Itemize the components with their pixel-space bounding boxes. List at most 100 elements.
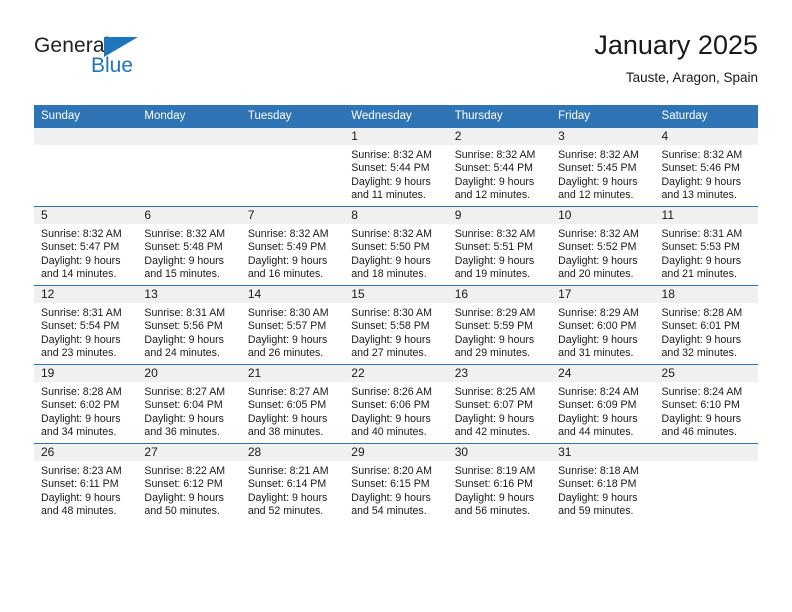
calendar-day-cell[interactable]: 8 Sunrise: 8:32 AM Sunset: 5:50 PM Daylight… [344,206,448,286]
sunset-text: Sunset: 6:12 PM [144,478,223,491]
daylight-text-line2: and 44 minutes. [558,426,634,439]
daylight-text-line2: and 32 minutes. [661,347,737,360]
calendar-cell-empty [137,127,241,207]
sunset-text: Sunset: 6:07 PM [454,399,534,412]
page-header: General Blue January 2025 Tauste, Aragon… [34,28,758,100]
calendar-day-cell[interactable]: 6 Sunrise: 8:32 AM Sunset: 5:48 PM Daylight… [137,206,241,286]
day-details: Sunrise: 8:20 AM Sunset: 6:15 PM Daylight:… [344,461,447,519]
calendar-day-cell[interactable]: 7 Sunrise: 8:32 AM Sunset: 5:49 PM Daylight… [240,206,345,286]
day-number: 24 [551,365,655,382]
calendar-day-cell[interactable]: 9 Sunrise: 8:32 AM Sunset: 5:51 PM Daylight… [447,206,552,286]
day-details: Sunrise: 8:32 AM Sunset: 5:50 PM Daylight:… [344,224,447,282]
day-number: 5 [34,207,138,224]
sunset-text: Sunset: 6:15 PM [351,478,430,491]
calendar-day-cell[interactable]: 29 Sunrise: 8:20 AM Sunset: 6:15 PM Dayligh… [344,443,448,522]
calendar-day-cell[interactable]: 12 Sunrise: 8:31 AM Sunset: 5:54 PM Dayligh… [34,285,138,365]
day-details: Sunrise: 8:29 AM Sunset: 5:59 PM Daylight:… [448,303,551,361]
calendar-day-cell[interactable]: 10 Sunrise: 8:32 AM Sunset: 5:52 PM Dayligh… [551,206,655,286]
day-number: 7 [240,207,345,224]
calendar-week-row: 26 Sunrise: 8:23 AM Sunset: 6:11 PM Dayligh… [34,443,758,522]
day-details: Sunrise: 8:19 AM Sunset: 6:16 PM Daylight:… [448,461,551,519]
calendar-day-cell[interactable]: 5 Sunrise: 8:32 AM Sunset: 5:47 PM Daylight… [34,206,138,286]
daylight-text-line1: Daylight: 9 hours [454,254,535,267]
day-number: 29 [344,444,448,461]
day-number: 14 [240,286,345,303]
calendar-day-cell[interactable]: 4 Sunrise: 8:32 AM Sunset: 5:46 PM Daylight… [654,127,758,207]
calendar-page: General Blue January 2025 Tauste, Aragon… [0,0,792,612]
calendar-day-cell[interactable]: 22 Sunrise: 8:26 AM Sunset: 6:06 PM Dayligh… [344,364,448,444]
day-number: 27 [137,444,241,461]
calendar-day-cell[interactable]: 17 Sunrise: 8:29 AM Sunset: 6:00 PM Dayligh… [551,285,655,365]
calendar-day-cell[interactable]: 19 Sunrise: 8:28 AM Sunset: 6:02 PM Dayligh… [34,364,138,444]
sunset-text: Sunset: 5:54 PM [41,320,120,333]
daylight-text-line1: Daylight: 9 hours [558,491,638,504]
general-blue-logo[interactable]: General Blue [34,34,254,92]
calendar-day-cell[interactable]: 28 Sunrise: 8:21 AM Sunset: 6:14 PM Dayligh… [240,443,345,522]
sunset-text: Sunset: 6:14 PM [247,478,327,491]
daylight-text-line1: Daylight: 9 hours [247,333,328,346]
day-number: 23 [447,365,552,382]
calendar-cell-empty [654,443,758,522]
calendar-day-cell[interactable]: 16 Sunrise: 8:29 AM Sunset: 5:59 PM Dayligh… [447,285,552,365]
day-number: 10 [551,207,655,224]
sunset-text: Sunset: 5:45 PM [558,162,637,175]
sunset-text: Sunset: 6:16 PM [454,478,534,491]
daylight-text-line2: and 13 minutes. [661,189,737,202]
sunrise-text: Sunrise: 8:19 AM [454,465,536,477]
daylight-text-line1: Daylight: 9 hours [454,175,535,188]
daylight-text-line2: and 12 minutes. [454,189,531,202]
sunrise-text: Sunrise: 8:29 AM [454,307,536,319]
calendar-body: 1 Sunrise: 8:32 AM Sunset: 5:44 PM Daylight… [34,127,758,522]
daylight-text-line2: and 26 minutes. [247,347,324,360]
calendar-day-cell[interactable]: 11 Sunrise: 8:31 AM Sunset: 5:53 PM Dayligh… [654,206,758,286]
sunrise-text: Sunrise: 8:32 AM [247,228,329,240]
daylight-text-line2: and 48 minutes. [41,505,117,518]
day-number: 3 [551,128,655,145]
day-number: 8 [344,207,448,224]
day-details: Sunrise: 8:30 AM Sunset: 5:58 PM Daylight:… [344,303,447,361]
day-details: Sunrise: 8:24 AM Sunset: 6:10 PM Daylight:… [655,382,758,440]
daylight-text-line1: Daylight: 9 hours [661,412,742,425]
day-details: Sunrise: 8:27 AM Sunset: 6:05 PM Daylight:… [241,382,344,440]
calendar-day-cell[interactable]: 15 Sunrise: 8:30 AM Sunset: 5:58 PM Dayligh… [344,285,448,365]
daylight-text-line2: and 34 minutes. [41,426,117,439]
sunrise-text: Sunrise: 8:24 AM [661,386,743,398]
sunset-text: Sunset: 6:05 PM [247,399,327,412]
calendar-day-cell[interactable]: 27 Sunrise: 8:22 AM Sunset: 6:12 PM Dayligh… [137,443,241,522]
sunset-text: Sunset: 6:00 PM [558,320,637,333]
day-details: Sunrise: 8:32 AM Sunset: 5:44 PM Daylight:… [344,145,447,203]
sunrise-text: Sunrise: 8:24 AM [558,386,639,398]
daylight-text-line2: and 31 minutes. [558,347,634,360]
calendar-day-cell[interactable]: 25 Sunrise: 8:24 AM Sunset: 6:10 PM Dayligh… [654,364,758,444]
calendar-cell-empty [34,127,138,207]
weekday-header-wednesday: Wednesday [344,105,448,128]
day-details: Sunrise: 8:23 AM Sunset: 6:11 PM Daylight:… [34,461,137,519]
calendar-day-cell[interactable]: 26 Sunrise: 8:23 AM Sunset: 6:11 PM Dayligh… [34,443,138,522]
page-title: January 2025 [594,30,758,60]
sunset-text: Sunset: 6:01 PM [661,320,740,333]
day-details: Sunrise: 8:25 AM Sunset: 6:07 PM Daylight:… [448,382,551,440]
daylight-text-line1: Daylight: 9 hours [41,254,121,267]
calendar-day-cell[interactable]: 24 Sunrise: 8:24 AM Sunset: 6:09 PM Dayligh… [551,364,655,444]
daylight-text-line1: Daylight: 9 hours [144,333,224,346]
calendar-day-cell[interactable]: 21 Sunrise: 8:27 AM Sunset: 6:05 PM Dayligh… [240,364,345,444]
day-number: 18 [654,286,758,303]
calendar-day-cell[interactable]: 1 Sunrise: 8:32 AM Sunset: 5:44 PM Daylight… [344,127,448,207]
daylight-text-line1: Daylight: 9 hours [247,254,328,267]
calendar-day-cell[interactable]: 18 Sunrise: 8:28 AM Sunset: 6:01 PM Dayligh… [654,285,758,365]
calendar-day-cell[interactable]: 2 Sunrise: 8:32 AM Sunset: 5:44 PM Daylight… [447,127,552,207]
calendar-day-cell[interactable]: 13 Sunrise: 8:31 AM Sunset: 5:56 PM Dayligh… [137,285,241,365]
calendar-day-cell[interactable]: 14 Sunrise: 8:30 AM Sunset: 5:57 PM Dayligh… [240,285,345,365]
weekday-header-saturday: Saturday [654,105,758,128]
calendar-day-cell[interactable]: 20 Sunrise: 8:27 AM Sunset: 6:04 PM Dayligh… [137,364,241,444]
daylight-text-line2: and 59 minutes. [558,505,634,518]
calendar-day-cell[interactable]: 31 Sunrise: 8:18 AM Sunset: 6:18 PM Dayligh… [551,443,655,522]
calendar-day-cell[interactable]: 23 Sunrise: 8:25 AM Sunset: 6:07 PM Dayligh… [447,364,552,444]
daylight-text-line2: and 54 minutes. [351,505,427,518]
calendar-day-cell[interactable]: 3 Sunrise: 8:32 AM Sunset: 5:45 PM Daylight… [551,127,655,207]
daylight-text-line2: and 42 minutes. [454,426,531,439]
daylight-text-line2: and 29 minutes. [454,347,531,360]
calendar-day-cell[interactable]: 30 Sunrise: 8:19 AM Sunset: 6:16 PM Dayligh… [447,443,552,522]
calendar-week-row: 5 Sunrise: 8:32 AM Sunset: 5:47 PM Daylight… [34,206,758,286]
day-details: Sunrise: 8:31 AM Sunset: 5:53 PM Daylight:… [655,224,758,282]
